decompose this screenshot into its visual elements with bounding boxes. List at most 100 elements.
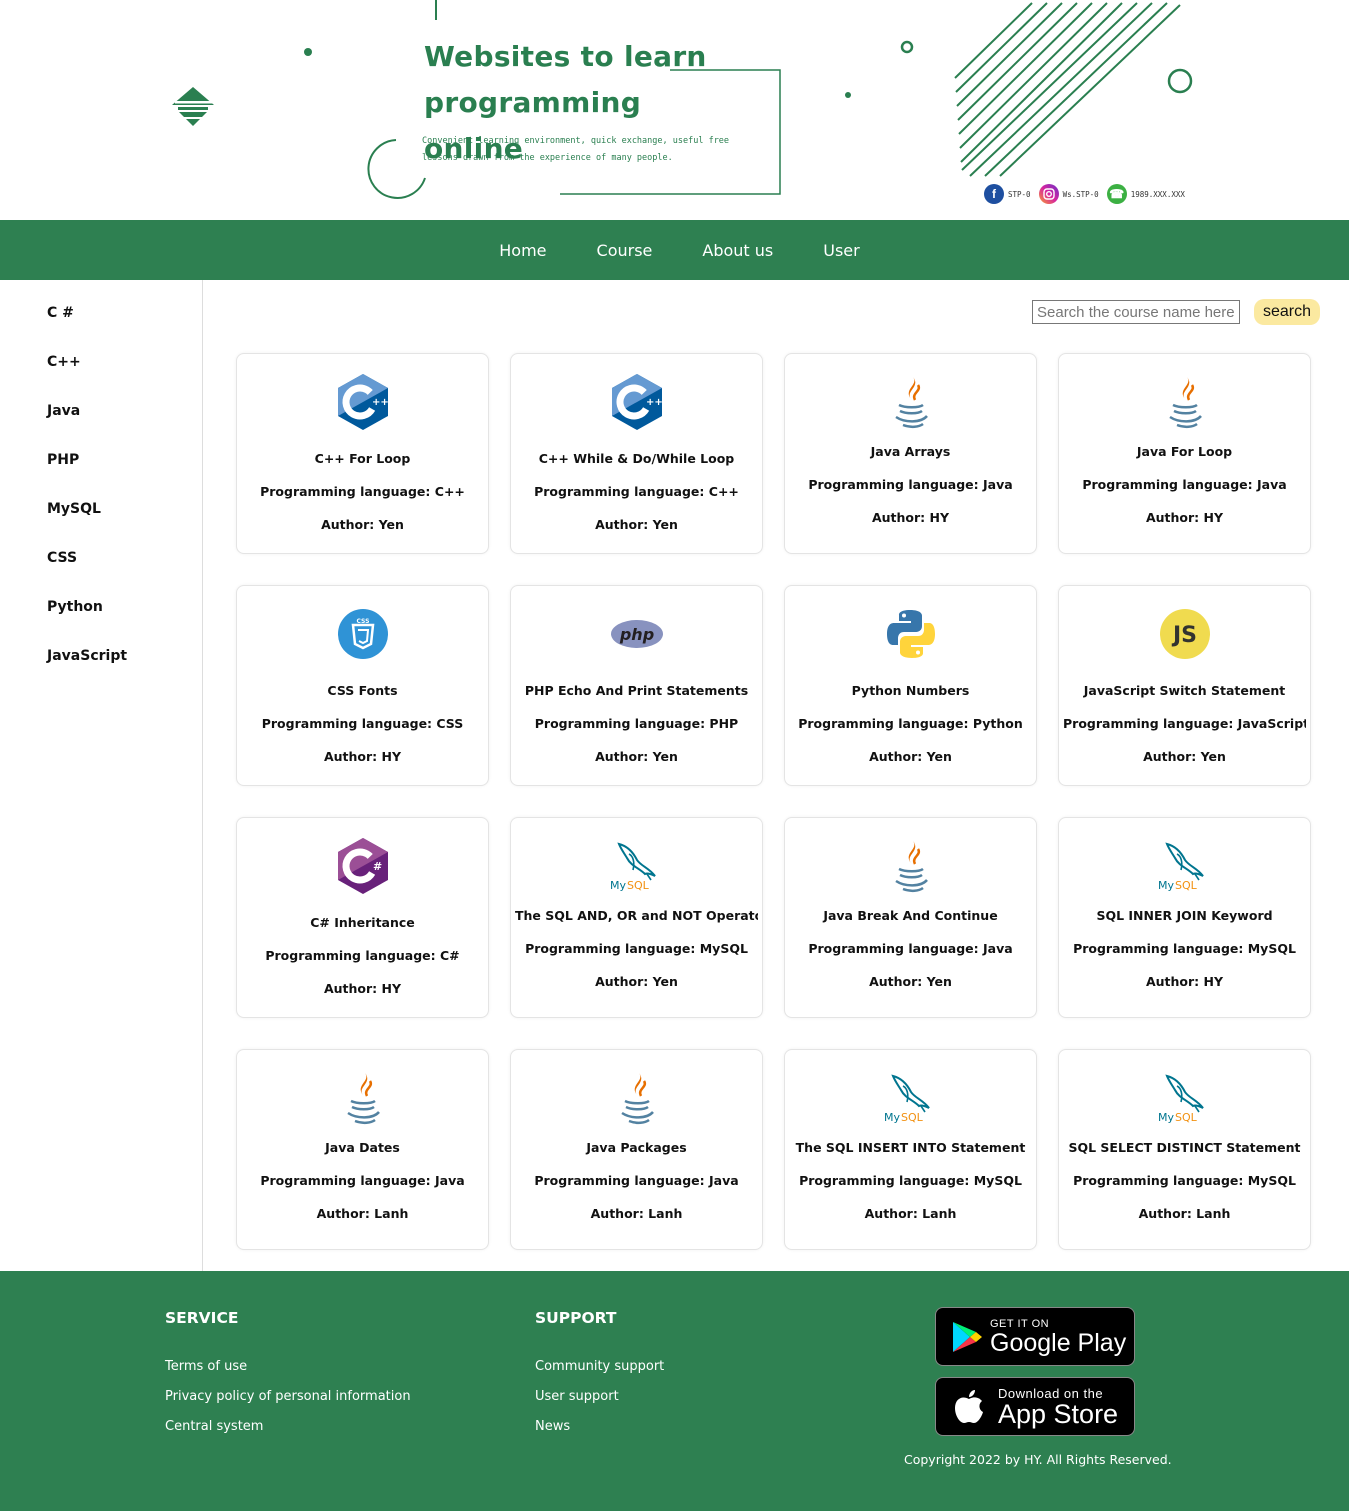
social-facebook[interactable]: f STP-0: [984, 184, 1031, 204]
svg-text:SQL: SQL: [901, 1111, 924, 1124]
sidebar-item-csharp[interactable]: C #: [0, 304, 202, 353]
course-language: Programming language: MySQL: [525, 941, 748, 956]
social-phone[interactable]: ☎ 1989.XXX.XXX: [1106, 184, 1185, 204]
java-logo-icon: [785, 372, 1036, 432]
course-language: Programming language: MySQL: [1073, 1173, 1296, 1188]
sidebar-item-python[interactable]: Python: [0, 598, 202, 647]
course-title: Java For Loop: [1136, 444, 1233, 459]
course-card[interactable]: ++ C++ For Loop Programming language: C++…: [236, 353, 489, 554]
course-card[interactable]: CSS CSS Fonts Programming language: CSS Au…: [236, 585, 489, 786]
course-title: The SQL INSERT INTO Statement: [795, 1140, 1026, 1155]
course-card[interactable]: Python Numbers Programming language: Pyth…: [784, 585, 1037, 786]
course-card[interactable]: Java Break And Continue Programming langu…: [784, 817, 1037, 1018]
course-info: Java For Loop Programming language: Java A…: [1063, 443, 1306, 542]
course-card[interactable]: My SQL The SQL AND, OR and NOT Operators P…: [510, 817, 763, 1018]
svg-text:My: My: [610, 879, 626, 892]
google-play-button[interactable]: GET IT ON Google Play: [935, 1307, 1135, 1366]
course-info: The SQL AND, OR and NOT Operators Program…: [515, 907, 758, 1006]
course-info: JavaScript Switch Statement Programming l…: [1063, 682, 1306, 781]
svg-text:php: php: [618, 625, 653, 644]
course-card[interactable]: My SQL SQL INNER JOIN Keyword Programming …: [1058, 817, 1311, 1018]
search-input[interactable]: [1032, 300, 1240, 324]
course-title: C++ For Loop: [314, 451, 411, 466]
course-card[interactable]: Java For Loop Programming language: Java A…: [1058, 353, 1311, 554]
course-search: search: [1032, 299, 1320, 325]
course-card[interactable]: JS JavaScript Switch Statement Programmin…: [1058, 585, 1311, 786]
sidebar-item-javascript[interactable]: JavaScript: [0, 647, 202, 696]
course-author: Author: Yen: [321, 517, 404, 532]
svg-text:My: My: [1158, 879, 1174, 892]
course-language: Programming language: PHP: [534, 716, 739, 731]
sidebar-item-mysql[interactable]: MySQL: [0, 500, 202, 549]
course-title: Java Dates: [325, 1140, 400, 1155]
social-instagram[interactable]: Ws.STP-0: [1038, 184, 1099, 204]
course-card[interactable]: # C# Inheritance Programming language: C#…: [236, 817, 489, 1018]
course-card[interactable]: Java Dates Programming language: Java Auth…: [236, 1049, 489, 1250]
svg-text:SQL: SQL: [1175, 1111, 1198, 1124]
course-card[interactable]: Java Arrays Programming language: Java Aut…: [784, 353, 1037, 554]
svg-text:++: ++: [372, 397, 389, 408]
course-author: Author: Yen: [869, 749, 952, 764]
course-title: Python Numbers: [851, 683, 970, 698]
nav-course[interactable]: Course: [597, 241, 653, 260]
course-title: Java Arrays: [870, 444, 951, 459]
course-card[interactable]: Java Packages Programming language: Java A…: [510, 1049, 763, 1250]
course-info: CSS Fonts Programming language: CSS Author…: [241, 682, 484, 781]
course-title: Java Break And Continue: [823, 908, 998, 923]
mysql-logo-icon: My SQL: [1059, 1068, 1310, 1128]
course-language: Programming language: Java: [534, 1173, 739, 1188]
sidebar-item-java[interactable]: Java: [0, 402, 202, 451]
terms-of-use-link[interactable]: Terms of use: [165, 1358, 411, 1388]
news-link[interactable]: News: [535, 1418, 664, 1448]
user-support-link[interactable]: User support: [535, 1388, 664, 1418]
course-language: Programming language: Java: [1082, 477, 1287, 492]
course-info: C++ While & Do/While Loop Programming lan…: [515, 450, 758, 549]
facebook-icon: f: [984, 184, 1004, 204]
php-logo-icon: php: [511, 604, 762, 664]
course-card[interactable]: ++ C++ While & Do/While Loop Programming …: [510, 353, 763, 554]
search-button[interactable]: search: [1254, 299, 1320, 325]
privacy-policy-link[interactable]: Privacy policy of personal information: [165, 1388, 411, 1418]
svg-text:SQL: SQL: [1175, 879, 1198, 892]
apple-icon: [955, 1389, 983, 1423]
javascript-logo-icon: JS: [1059, 604, 1310, 664]
course-author: Author: Yen: [1143, 749, 1226, 764]
category-sidebar: C # C++ Java PHP MySQL CSS Python JavaSc…: [0, 280, 203, 1271]
main-nav: Home Course About us User: [0, 220, 1349, 280]
svg-text:JS: JS: [1170, 623, 1196, 648]
python-logo-icon: [785, 604, 1036, 664]
course-info: SQL SELECT DISTINCT Statement Programming…: [1063, 1139, 1306, 1238]
central-system-link[interactable]: Central system: [165, 1418, 411, 1448]
course-language: Programming language: C++: [534, 484, 739, 499]
course-info: Python Numbers Programming language: Pyth…: [789, 682, 1032, 781]
course-info: SQL INNER JOIN Keyword Programming langua…: [1063, 907, 1306, 1006]
svg-text:My: My: [884, 1111, 900, 1124]
site-logo[interactable]: [170, 84, 216, 130]
app-store-button[interactable]: Download on the App Store: [935, 1377, 1135, 1436]
nav-home[interactable]: Home: [499, 241, 546, 260]
svg-text:#: #: [373, 860, 382, 873]
sidebar-item-css[interactable]: CSS: [0, 549, 202, 598]
course-author: Author: Yen: [869, 974, 952, 989]
course-author: Author: HY: [871, 510, 950, 525]
java-logo-icon: [1059, 372, 1310, 432]
course-card[interactable]: My SQL SQL SELECT DISTINCT Statement Progr…: [1058, 1049, 1311, 1250]
nav-user[interactable]: User: [823, 241, 859, 260]
course-language: Programming language: Java: [808, 477, 1013, 492]
course-card[interactable]: php PHP Echo And Print Statements Program…: [510, 585, 763, 786]
course-language: Programming language: CSS: [261, 716, 464, 731]
nav-about-us[interactable]: About us: [702, 241, 773, 260]
mysql-logo-icon: My SQL: [785, 1068, 1036, 1128]
course-card[interactable]: My SQL The SQL INSERT INTO Statement Progr…: [784, 1049, 1037, 1250]
cpp-logo-icon: ++: [511, 372, 762, 432]
social-links: f STP-0 Ws.STP-0 ☎ 1989.XXX.XXX: [984, 184, 1185, 204]
course-author: Author: HY: [323, 749, 402, 764]
course-title: PHP Echo And Print Statements: [524, 683, 749, 698]
sidebar-item-php[interactable]: PHP: [0, 451, 202, 500]
course-language: Programming language: C#: [265, 948, 460, 963]
community-support-link[interactable]: Community support: [535, 1358, 664, 1388]
sidebar-item-cpp[interactable]: C++: [0, 353, 202, 402]
course-language: Programming language: Java: [260, 1173, 465, 1188]
mysql-logo-icon: My SQL: [511, 836, 762, 896]
course-title: C++ While & Do/While Loop: [538, 451, 735, 466]
